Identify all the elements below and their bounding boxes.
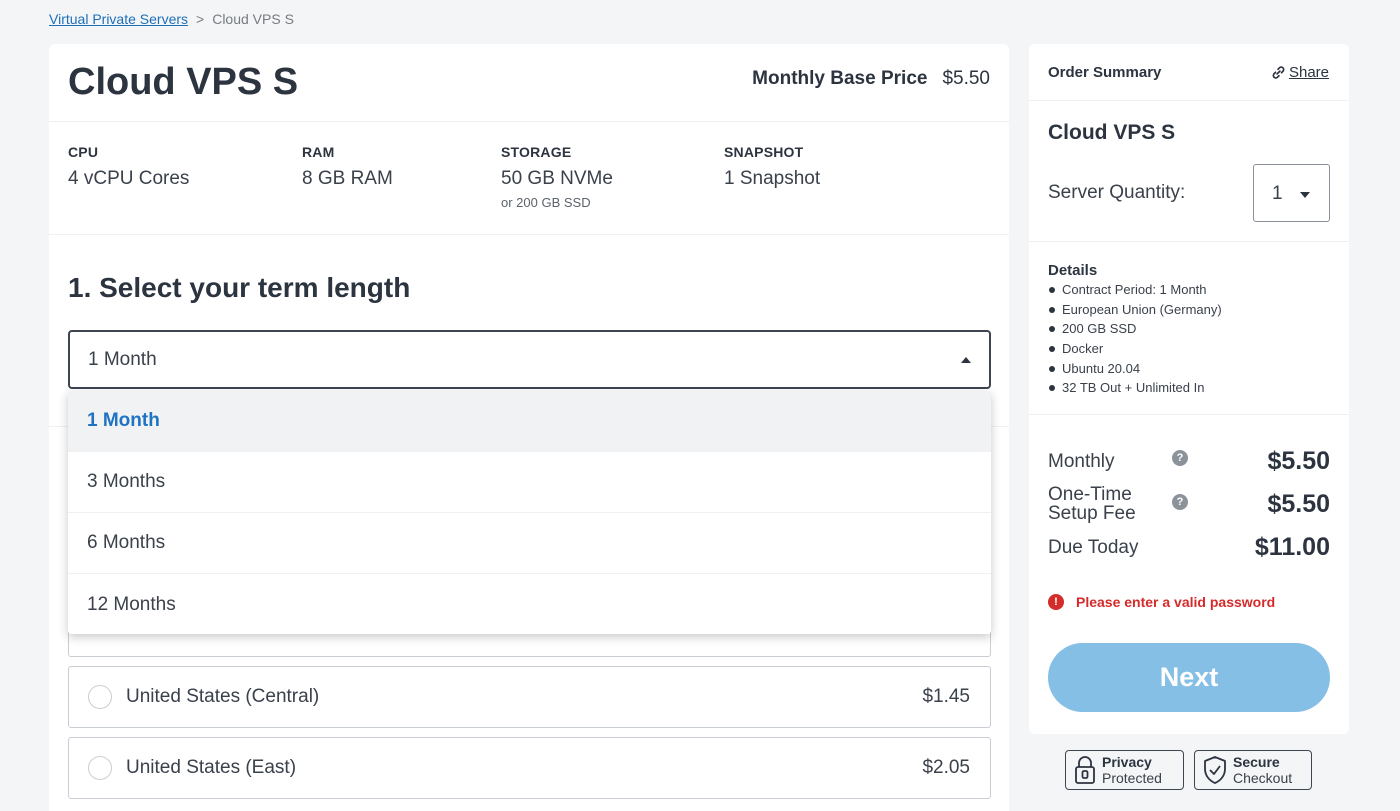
spec-storage: STORAGE 50 GB NVMe or 200 GB SSD — [501, 144, 613, 210]
spec-label: CPU — [68, 144, 99, 160]
base-price-value: $5.50 — [942, 68, 990, 89]
monthly-value: $5.50 — [1267, 447, 1330, 475]
detail-item: Contract Period: 1 Month — [1048, 280, 1349, 300]
term-selected-value: 1 Month — [88, 348, 157, 370]
privacy-line2: Protected — [1102, 770, 1162, 786]
spec-value: 4 vCPU Cores — [68, 168, 190, 189]
secure-line2: Checkout — [1233, 770, 1293, 786]
spec-sub: or 200 GB SSD — [501, 195, 591, 210]
spec-ram: RAM 8 GB RAM — [302, 144, 393, 190]
monthly-label: Monthly — [1048, 451, 1115, 472]
spec-cpu: CPU 4 vCPU Cores — [68, 144, 189, 190]
help-icon[interactable]: ? — [1172, 450, 1188, 466]
location-row-us-east[interactable]: United States (East) $2.05 — [68, 737, 991, 799]
spec-value: 50 GB NVMe — [501, 168, 613, 189]
spec-label: SNAPSHOT — [724, 144, 804, 160]
caret-down-icon — [1300, 192, 1310, 198]
term-option-1-month[interactable]: 1 Month — [68, 391, 991, 452]
privacy-badge: Privacy Protected — [1065, 750, 1184, 790]
summary-product-name: Cloud VPS S — [1048, 121, 1176, 144]
term-option-6-months[interactable]: 6 Months — [68, 513, 991, 574]
product-header: Cloud VPS S Monthly Base Price $5.50 — [49, 44, 1009, 122]
due-today-label: Due Today — [1048, 537, 1139, 558]
base-price: Monthly Base Price $5.50 — [752, 68, 990, 90]
share-link[interactable]: Share — [1271, 64, 1329, 81]
next-button[interactable]: Next — [1048, 643, 1330, 712]
breadcrumb-current: Cloud VPS S — [212, 11, 294, 27]
radio-button[interactable] — [88, 756, 112, 780]
secure-checkout-badge: Secure Checkout — [1194, 750, 1312, 790]
setup-fee-row: One-Time Setup Fee ? $5.50 — [1048, 485, 1330, 525]
error-text: Please enter a valid password — [1076, 594, 1276, 610]
spec-value: 1 Snapshot — [724, 168, 821, 189]
link-icon — [1272, 66, 1285, 79]
lock-icon — [1075, 756, 1095, 784]
details-list: Contract Period: 1 Month European Union … — [1048, 280, 1349, 398]
summary-product: Cloud VPS S Server Quantity: 1 — [1029, 101, 1349, 242]
setup-fee-label-line1: One-Time — [1048, 484, 1132, 505]
help-icon[interactable]: ? — [1172, 494, 1188, 510]
password-error: ! Please enter a valid password — [1048, 594, 1275, 610]
spec-label: STORAGE — [501, 144, 572, 160]
breadcrumb: Virtual Private Servers > Cloud VPS S — [49, 11, 294, 27]
details-title: Details — [1048, 262, 1098, 279]
privacy-line1: Privacy — [1102, 754, 1152, 770]
share-label: Share — [1288, 64, 1329, 81]
location-name: United States (Central) — [126, 686, 320, 707]
location-price: $1.45 — [922, 686, 970, 707]
setup-fee-value: $5.50 — [1267, 490, 1330, 518]
radio-button[interactable] — [88, 685, 112, 709]
location-row-us-central[interactable]: United States (Central) $1.45 — [68, 666, 991, 728]
quantity-value: 1 — [1272, 183, 1283, 204]
product-title: Cloud VPS S — [68, 61, 299, 103]
caret-up-icon — [961, 357, 971, 363]
spec-value: 8 GB RAM — [302, 168, 393, 189]
term-option-3-months[interactable]: 3 Months — [68, 452, 991, 513]
setup-fee-label-line2: Setup Fee — [1048, 503, 1136, 524]
monthly-row: Monthly ? $5.50 — [1048, 447, 1330, 475]
server-quantity-select[interactable]: 1 — [1253, 164, 1330, 222]
breadcrumb-link-vps[interactable]: Virtual Private Servers — [49, 11, 188, 27]
term-length-select[interactable]: 1 Month — [68, 330, 991, 389]
breadcrumb-separator: > — [196, 11, 205, 27]
detail-item: Ubuntu 20.04 — [1048, 359, 1349, 379]
spec-list: CPU 4 vCPU Cores RAM 8 GB RAM STORAGE 50… — [49, 122, 1009, 235]
detail-item: 32 TB Out + Unlimited In — [1048, 378, 1349, 398]
due-today-value: $11.00 — [1254, 533, 1330, 561]
location-price: $2.05 — [922, 757, 970, 778]
term-dropdown-menu: 1 Month 3 Months 6 Months 12 Months — [68, 391, 991, 634]
secure-line1: Secure — [1233, 754, 1280, 770]
term-option-12-months[interactable]: 12 Months — [68, 574, 991, 634]
error-icon: ! — [1048, 594, 1064, 610]
spec-snapshot: SNAPSHOT 1 Snapshot — [724, 144, 820, 190]
detail-item: 200 GB SSD — [1048, 319, 1349, 339]
order-details: Details Contract Period: 1 Month Europea… — [1029, 242, 1349, 415]
setup-fee-label: One-Time Setup Fee — [1048, 485, 1136, 523]
detail-item: European Union (Germany) — [1048, 300, 1349, 320]
detail-item: Docker — [1048, 339, 1349, 359]
term-section-title: 1. Select your term length — [68, 272, 411, 303]
quantity-label: Server Quantity: — [1048, 182, 1186, 203]
base-price-label: Monthly Base Price — [752, 68, 928, 89]
spec-label: RAM — [302, 144, 335, 160]
summary-title: Order Summary — [1048, 64, 1162, 81]
shield-check-icon — [1204, 756, 1226, 784]
due-today-row: Due Today $11.00 — [1048, 533, 1330, 561]
summary-header: Order Summary Share — [1029, 44, 1349, 101]
order-summary: Order Summary Share Cloud VPS S Server Q… — [1029, 44, 1349, 734]
location-name: United States (East) — [126, 757, 297, 778]
